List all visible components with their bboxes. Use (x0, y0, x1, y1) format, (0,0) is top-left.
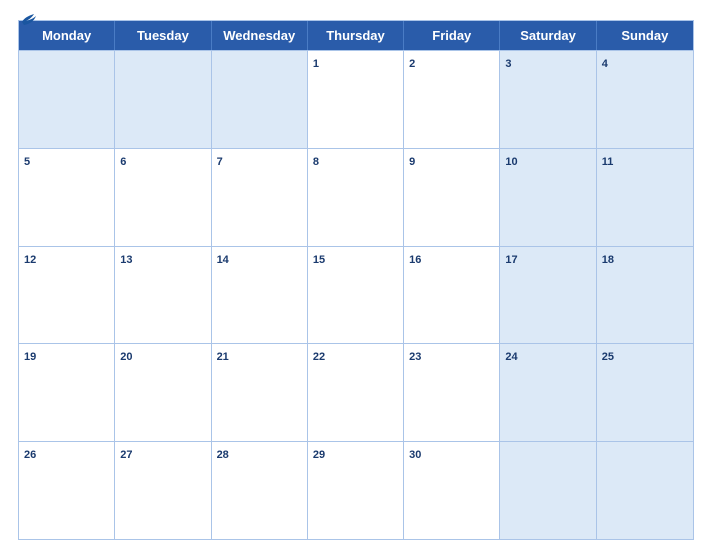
calendar-body: 1234567891011121314151617181920212223242… (19, 50, 693, 539)
calendar-grid: MondayTuesdayWednesdayThursdayFridaySatu… (18, 20, 694, 540)
calendar-cell (115, 51, 211, 148)
calendar-cell: 9 (404, 149, 500, 246)
weekday-header-saturday: Saturday (500, 21, 596, 50)
weekday-header-tuesday: Tuesday (115, 21, 211, 50)
day-number: 23 (409, 351, 421, 363)
day-number: 9 (409, 156, 415, 168)
day-number: 25 (602, 351, 614, 363)
calendar-cell: 24 (500, 344, 596, 441)
calendar-cell: 23 (404, 344, 500, 441)
calendar-cell: 12 (19, 247, 115, 344)
calendar-cell: 8 (308, 149, 404, 246)
calendar-cell: 17 (500, 247, 596, 344)
calendar-cell: 30 (404, 442, 500, 539)
calendar-cell: 13 (115, 247, 211, 344)
weekday-header-sunday: Sunday (597, 21, 693, 50)
day-number: 19 (24, 351, 36, 363)
day-number: 30 (409, 449, 421, 461)
day-number: 8 (313, 156, 319, 168)
day-number: 20 (120, 351, 132, 363)
day-number: 26 (24, 449, 36, 461)
day-number: 13 (120, 254, 132, 266)
calendar-cell: 10 (500, 149, 596, 246)
calendar-cell: 7 (212, 149, 308, 246)
week-row-2: 5 6 7 8 9 10 11 (19, 148, 693, 246)
calendar-cell: 3 (500, 51, 596, 148)
day-number: 27 (120, 449, 132, 461)
calendar-cell: 16 (404, 247, 500, 344)
day-number: 6 (120, 156, 126, 168)
day-number: 24 (505, 351, 517, 363)
day-number: 5 (24, 156, 30, 168)
calendar-cell: 15 (308, 247, 404, 344)
calendar-cell: 6 (115, 149, 211, 246)
day-number: 21 (217, 351, 229, 363)
day-number: 10 (505, 156, 517, 168)
day-number: 14 (217, 254, 229, 266)
weekday-header-row: MondayTuesdayWednesdayThursdayFridaySatu… (19, 21, 693, 50)
day-number: 18 (602, 254, 614, 266)
calendar-cell: 22 (308, 344, 404, 441)
day-number: 7 (217, 156, 223, 168)
calendar-cell: 5 (19, 149, 115, 246)
logo (18, 12, 38, 26)
week-row-1: 1 2 3 4 (19, 50, 693, 148)
calendar-cell: 29 (308, 442, 404, 539)
week-row-4: 19 20 21 22 23 24 25 (19, 343, 693, 441)
week-row-5: 26 27 28 29 30 (19, 441, 693, 539)
day-number: 15 (313, 254, 325, 266)
calendar-header (18, 10, 694, 14)
calendar-cell: 1 (308, 51, 404, 148)
day-number: 4 (602, 58, 608, 70)
calendar-cell (500, 442, 596, 539)
day-number: 1 (313, 58, 319, 70)
day-number: 11 (602, 156, 614, 168)
calendar-cell: 25 (597, 344, 693, 441)
weekday-header-friday: Friday (404, 21, 500, 50)
week-row-3: 12 13 14 15 16 17 18 (19, 246, 693, 344)
calendar-cell: 28 (212, 442, 308, 539)
calendar-cell (597, 442, 693, 539)
day-number: 3 (505, 58, 511, 70)
day-number: 28 (217, 449, 229, 461)
calendar-cell: 4 (597, 51, 693, 148)
calendar-cell: 14 (212, 247, 308, 344)
calendar-cell: 11 (597, 149, 693, 246)
calendar-cell (19, 51, 115, 148)
calendar-cell: 18 (597, 247, 693, 344)
day-number: 16 (409, 254, 421, 266)
day-number: 22 (313, 351, 325, 363)
calendar-cell: 2 (404, 51, 500, 148)
day-number: 17 (505, 254, 517, 266)
logo-blue-row (18, 12, 38, 26)
calendar-cell: 27 (115, 442, 211, 539)
day-number: 29 (313, 449, 325, 461)
calendar-cell: 20 (115, 344, 211, 441)
day-number: 12 (24, 254, 36, 266)
weekday-header-wednesday: Wednesday (212, 21, 308, 50)
calendar-cell: 26 (19, 442, 115, 539)
calendar-cell: 21 (212, 344, 308, 441)
calendar-cell (212, 51, 308, 148)
weekday-header-thursday: Thursday (308, 21, 404, 50)
calendar-cell: 19 (19, 344, 115, 441)
day-number: 2 (409, 58, 415, 70)
page: MondayTuesdayWednesdayThursdayFridaySatu… (0, 0, 712, 550)
logo-bird-icon (20, 12, 38, 26)
